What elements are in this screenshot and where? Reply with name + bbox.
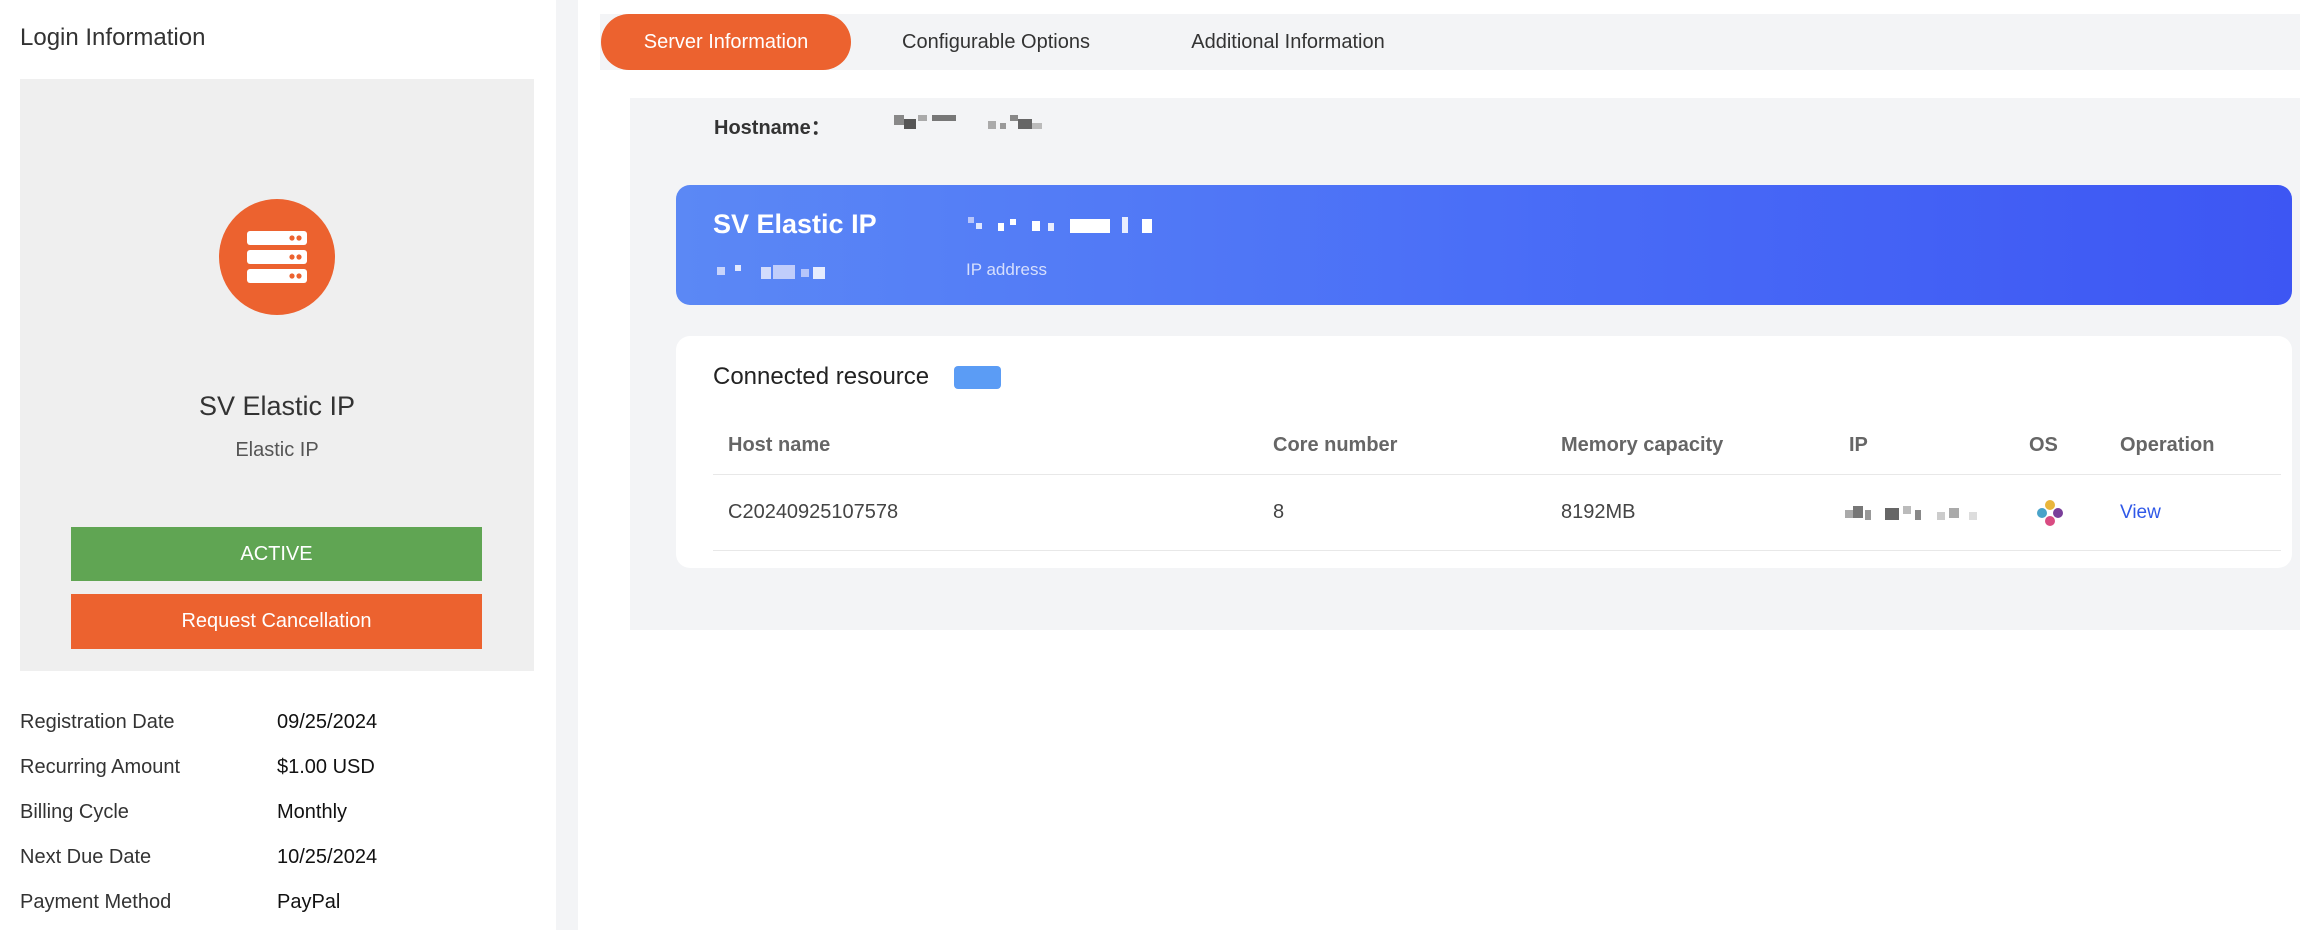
info-value: Monthly xyxy=(277,801,348,823)
billing-info-table: Registration Date 09/25/2024 Recurring A… xyxy=(20,700,534,925)
info-label: Recurring Amount xyxy=(20,756,181,778)
server-information-panel: Hostname： SV Elastic IP IP address Conne… xyxy=(630,98,2300,630)
info-row-billing-cycle: Billing Cycle Monthly xyxy=(20,790,534,835)
tab-configurable-options[interactable]: Configurable Options xyxy=(870,14,1122,70)
hostname-value-redacted xyxy=(894,115,1042,129)
column-core-number: Core number xyxy=(1273,433,1398,456)
info-row-recurring-amount: Recurring Amount $1.00 USD xyxy=(20,745,534,790)
info-value: 09/25/2024 xyxy=(277,711,378,733)
sidebar-divider xyxy=(556,0,578,930)
server-icon xyxy=(219,199,335,315)
core-number-cell: 8 xyxy=(1273,501,1285,523)
resource-count-badge xyxy=(954,366,1001,389)
view-link[interactable]: View xyxy=(2120,502,2161,524)
tab-server-information[interactable]: Server Information xyxy=(601,14,851,70)
product-name: SV Elastic IP xyxy=(198,391,356,421)
info-label: Payment Method xyxy=(20,891,172,913)
info-row-payment-method: Payment Method PayPal xyxy=(20,880,534,925)
request-cancellation-button[interactable]: Request Cancellation xyxy=(71,594,482,649)
login-information-panel: Login Information SV Elastic IP Elastic … xyxy=(0,0,556,930)
elastic-ip-card: SV Elastic IP IP address xyxy=(676,185,2292,305)
status-badge: ACTIVE xyxy=(71,527,482,581)
info-label: Billing Cycle xyxy=(20,801,129,823)
info-label: Next Due Date xyxy=(20,846,152,868)
column-operation: Operation xyxy=(2120,433,2215,456)
info-label: Registration Date xyxy=(20,711,175,733)
product-type: Elastic IP xyxy=(235,439,319,461)
column-os: OS xyxy=(2029,433,2058,456)
memory-capacity-cell: 8192MB xyxy=(1561,501,1636,523)
info-row-registration-date: Registration Date 09/25/2024 xyxy=(20,700,534,745)
resource-table-header: Host name Core number Memory capacity IP… xyxy=(713,416,2281,475)
info-value: 10/25/2024 xyxy=(277,846,378,868)
hostname-label: Hostname： xyxy=(714,117,831,139)
info-value: PayPal xyxy=(277,891,341,913)
connected-resource-card: Connected resource Host name Core number… xyxy=(676,336,2292,568)
ip-card-subtitle-redacted xyxy=(717,265,825,279)
connected-resource-title: Connected resource xyxy=(713,363,930,390)
table-row: C20240925107578 8 8192MB View xyxy=(713,475,2281,551)
ip-card-title: SV Elastic IP xyxy=(713,209,877,239)
info-value: $1.00 USD xyxy=(277,756,375,778)
ip-address-caption: IP address xyxy=(966,260,1047,279)
ip-cell-redacted xyxy=(1845,475,1985,550)
ip-address-value-redacted xyxy=(968,217,1152,233)
column-host-name: Host name xyxy=(728,433,831,456)
info-row-next-due-date: Next Due Date 10/25/2024 xyxy=(20,835,534,880)
product-card: SV Elastic IP Elastic IP ACTIVE Request … xyxy=(20,79,534,671)
column-ip: IP xyxy=(1849,433,1868,456)
column-memory-capacity: Memory capacity xyxy=(1561,433,1724,456)
tab-bar: Server Information Configurable Options … xyxy=(600,14,2300,70)
tab-additional-information[interactable]: Additional Information xyxy=(1140,14,1436,70)
host-name-cell: C20240925107578 xyxy=(728,501,899,523)
os-logo-icon xyxy=(2035,475,2065,550)
login-information-title: Login Information xyxy=(20,24,206,51)
